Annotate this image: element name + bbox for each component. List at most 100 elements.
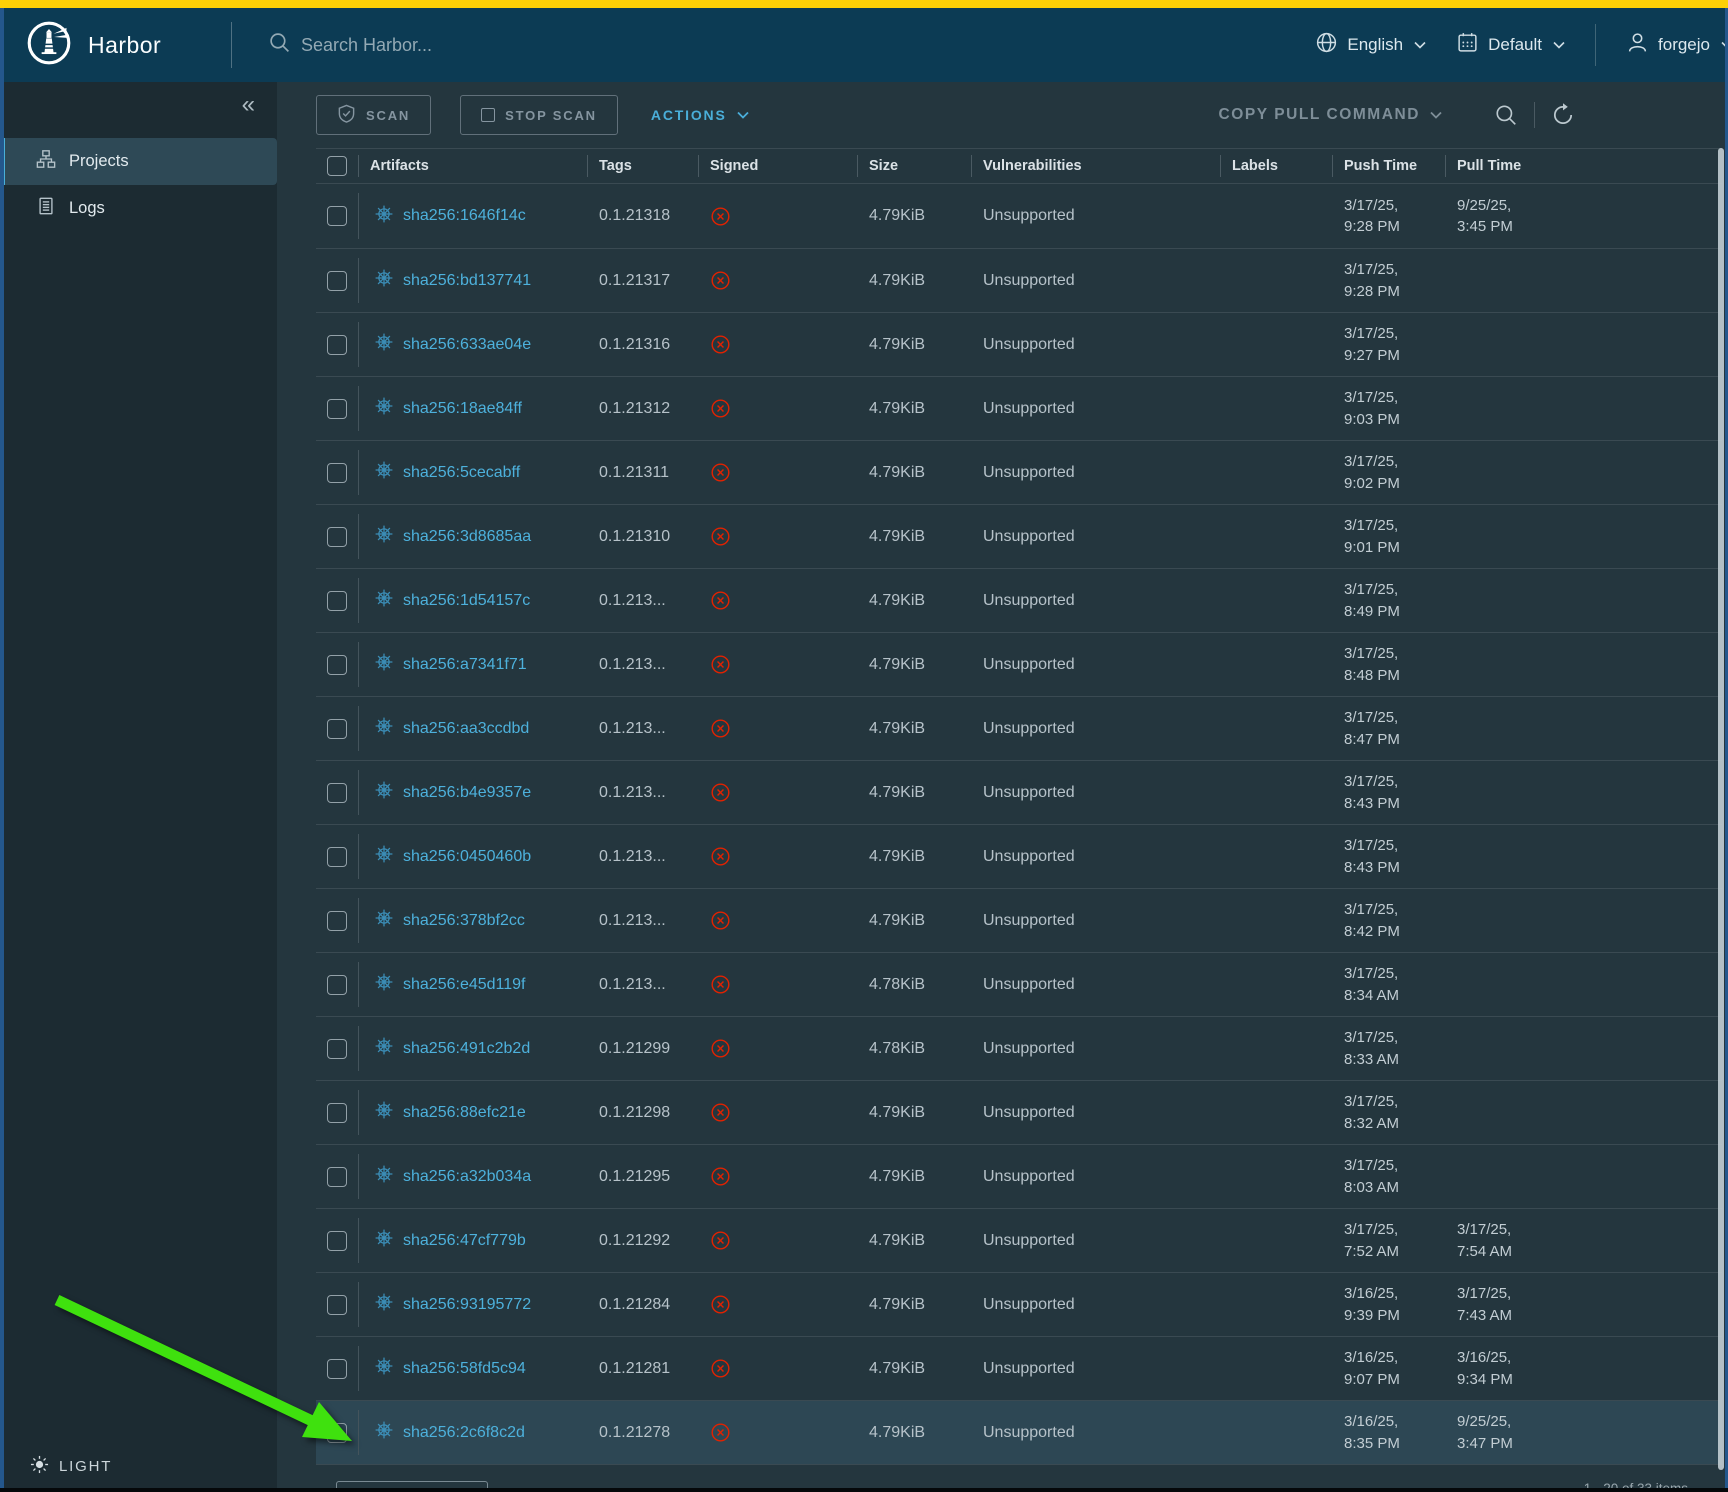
table-row[interactable]: sha256:18ae84ff 0.1.21312 4.79KiB Unsupp…: [316, 376, 1722, 440]
row-checkbox[interactable]: [327, 591, 347, 611]
global-search-input[interactable]: Search Harbor...: [268, 31, 1315, 59]
copy-pull-command-dropdown[interactable]: COPY PULL COMMAND: [1219, 106, 1442, 124]
row-checkbox[interactable]: [327, 399, 347, 419]
actions-dropdown[interactable]: ACTIONS: [651, 107, 749, 123]
artifact-digest-link[interactable]: sha256:1d54157c: [403, 592, 530, 610]
table-row[interactable]: sha256:b4e9357e 0.1.213... 4.79KiB Unsup…: [316, 760, 1722, 824]
row-checkbox[interactable]: [327, 1103, 347, 1123]
x-circle-icon: [710, 654, 857, 675]
row-checkbox[interactable]: [327, 719, 347, 739]
artifact-digest-link[interactable]: sha256:0450460b: [403, 848, 531, 866]
app-header: Harbor Search Harbor... English: [0, 8, 1728, 82]
artifact-digest-link[interactable]: sha256:633ae04e: [403, 336, 531, 354]
table-row[interactable]: sha256:93195772 0.1.21284 4.79KiB Unsupp…: [316, 1272, 1722, 1336]
pull-time-cell: 3/17/25,7:43 AM: [1445, 1283, 1722, 1326]
refresh-icon[interactable]: [1551, 103, 1575, 127]
brand[interactable]: Harbor: [0, 20, 231, 71]
actions-dropdown-label: ACTIONS: [651, 107, 727, 123]
artifact-digest-link[interactable]: sha256:e45d119f: [403, 976, 525, 994]
table-row[interactable]: sha256:378bf2cc 0.1.213... 4.79KiB Unsup…: [316, 888, 1722, 952]
table-row[interactable]: sha256:e45d119f 0.1.213... 4.78KiB Unsup…: [316, 952, 1722, 1016]
manage-columns-button[interactable]: Manage Columns: [336, 1481, 488, 1488]
helm-chart-icon: [374, 1100, 394, 1125]
sidebar: « Projects Logs: [4, 82, 277, 1488]
artifact-digest-link[interactable]: sha256:378bf2cc: [403, 912, 525, 930]
table-row[interactable]: sha256:1d54157c 0.1.213... 4.79KiB Unsup…: [316, 568, 1722, 632]
helm-chart-icon: [374, 780, 394, 805]
push-time-cell: 3/17/25,8:43 PM: [1332, 835, 1445, 878]
scope-dropdown[interactable]: Default: [1456, 31, 1565, 59]
table-row[interactable]: sha256:aa3ccdbd 0.1.213... 4.79KiB Unsup…: [316, 696, 1722, 760]
row-checkbox[interactable]: [327, 1231, 347, 1251]
row-checkbox[interactable]: [327, 463, 347, 483]
table-row[interactable]: sha256:58fd5c94 0.1.21281 4.79KiB Unsupp…: [316, 1336, 1722, 1400]
row-checkbox[interactable]: [327, 1295, 347, 1315]
artifact-digest-link[interactable]: sha256:93195772: [403, 1296, 531, 1314]
table-row[interactable]: sha256:bd137741 0.1.21317 4.79KiB Unsupp…: [316, 248, 1722, 312]
globe-icon: [1315, 31, 1338, 59]
table-row[interactable]: sha256:2c6f8c2d 0.1.21278 4.79KiB Unsupp…: [316, 1400, 1722, 1464]
row-checkbox[interactable]: [327, 271, 347, 291]
artifact-digest-link[interactable]: sha256:a32b034a: [403, 1168, 531, 1186]
signed-cell: [698, 1166, 857, 1187]
table-row[interactable]: sha256:491c2b2d 0.1.21299 4.78KiB Unsupp…: [316, 1016, 1722, 1080]
artifact-digest-link[interactable]: sha256:3d8685aa: [403, 528, 531, 546]
table-row[interactable]: sha256:0450460b 0.1.213... 4.79KiB Unsup…: [316, 824, 1722, 888]
row-checkbox[interactable]: [327, 847, 347, 867]
row-checkbox[interactable]: [327, 335, 347, 355]
table-row[interactable]: sha256:633ae04e 0.1.21316 4.79KiB Unsupp…: [316, 312, 1722, 376]
vulnerabilities-cell: Unsupported: [971, 656, 1220, 674]
row-checkbox[interactable]: [327, 783, 347, 803]
table-row[interactable]: sha256:5cecabff 0.1.21311 4.79KiB Unsupp…: [316, 440, 1722, 504]
size-cell: 4.79KiB: [857, 1296, 971, 1314]
push-time-cell: 3/16/25,8:35 PM: [1332, 1411, 1445, 1454]
table-row[interactable]: sha256:1646f14c 0.1.21318 4.79KiB Unsupp…: [316, 184, 1722, 248]
language-dropdown[interactable]: English: [1315, 31, 1426, 59]
scrollbar[interactable]: [1718, 148, 1724, 1470]
theme-toggle-light[interactable]: LIGHT: [30, 1455, 112, 1478]
language-label: English: [1347, 35, 1403, 55]
filter-search-icon[interactable]: [1494, 103, 1518, 127]
table-row[interactable]: sha256:a32b034a 0.1.21295 4.79KiB Unsupp…: [316, 1144, 1722, 1208]
artifact-digest-link[interactable]: sha256:bd137741: [403, 272, 531, 290]
stop-scan-button[interactable]: STOP SCAN: [460, 95, 618, 135]
vulnerabilities-cell: Unsupported: [971, 720, 1220, 738]
sidebar-item-projects[interactable]: Projects: [4, 138, 277, 185]
row-checkbox[interactable]: [327, 1167, 347, 1187]
signed-cell: [698, 206, 857, 227]
user-menu[interactable]: forgejo: [1626, 31, 1726, 59]
copy-pull-command-label: COPY PULL COMMAND: [1219, 106, 1420, 124]
scan-button[interactable]: SCAN: [316, 95, 431, 135]
artifact-digest-link[interactable]: sha256:2c6f8c2d: [403, 1424, 525, 1442]
table-row[interactable]: sha256:47cf779b 0.1.21292 4.79KiB Unsupp…: [316, 1208, 1722, 1272]
x-circle-icon: [710, 1422, 857, 1443]
collapse-sidebar-icon[interactable]: «: [242, 93, 255, 117]
row-checkbox[interactable]: [327, 1423, 347, 1443]
row-checkbox[interactable]: [327, 911, 347, 931]
artifact-digest-link[interactable]: sha256:491c2b2d: [403, 1040, 530, 1058]
tag-cell: 0.1.21312: [587, 400, 698, 418]
artifact-digest-link[interactable]: sha256:58fd5c94: [403, 1360, 526, 1378]
artifact-digest-link[interactable]: sha256:1646f14c: [403, 207, 526, 225]
x-circle-icon: [710, 974, 857, 995]
artifact-digest-link[interactable]: sha256:5cecabff: [403, 464, 520, 482]
select-all-checkbox[interactable]: [327, 156, 347, 176]
row-checkbox[interactable]: [327, 206, 347, 226]
sidebar-item-logs[interactable]: Logs: [4, 185, 277, 232]
artifact-digest-link[interactable]: sha256:88efc21e: [403, 1104, 526, 1122]
vulnerabilities-cell: Unsupported: [971, 976, 1220, 994]
row-checkbox[interactable]: [327, 527, 347, 547]
table-row[interactable]: sha256:88efc21e 0.1.21298 4.79KiB Unsupp…: [316, 1080, 1722, 1144]
artifact-digest-link[interactable]: sha256:b4e9357e: [403, 784, 531, 802]
table-row[interactable]: sha256:3d8685aa 0.1.21310 4.79KiB Unsupp…: [316, 504, 1722, 568]
artifact-digest-link[interactable]: sha256:aa3ccdbd: [403, 720, 529, 738]
artifact-digest-link[interactable]: sha256:47cf779b: [403, 1232, 526, 1250]
row-checkbox[interactable]: [327, 1359, 347, 1379]
row-checkbox[interactable]: [327, 655, 347, 675]
table-row[interactable]: sha256:a7341f71 0.1.213... 4.79KiB Unsup…: [316, 632, 1722, 696]
row-checkbox[interactable]: [327, 975, 347, 995]
row-checkbox[interactable]: [327, 1039, 347, 1059]
artifact-digest-link[interactable]: sha256:a7341f71: [403, 656, 527, 674]
artifact-digest-link[interactable]: sha256:18ae84ff: [403, 400, 522, 418]
scan-button-label: SCAN: [366, 108, 410, 123]
